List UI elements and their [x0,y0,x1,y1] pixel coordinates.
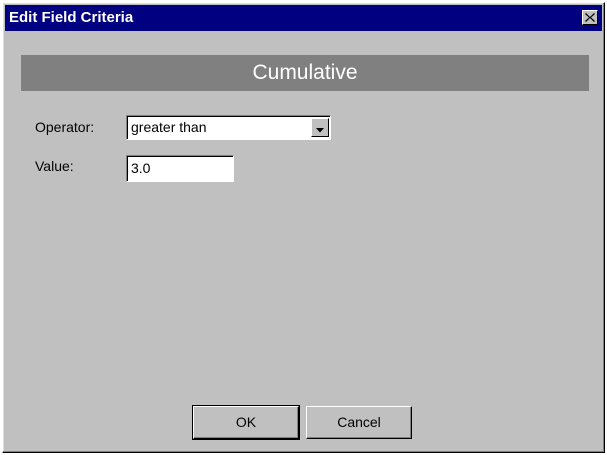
operator-label: Operator: [35,119,95,135]
edit-field-criteria-dialog: Edit Field Criteria Cumulative [2,2,605,453]
operator-selected-value: greater than [131,119,207,135]
cancel-button[interactable]: Cancel [306,406,412,439]
operator-select[interactable]: greater than [126,115,331,140]
chevron-down-icon [316,117,324,139]
close-icon [585,13,595,22]
titlebar: Edit Field Criteria [5,5,602,31]
value-label: Value: [35,158,74,174]
operator-dropdown-button[interactable] [311,118,329,137]
value-input[interactable]: 3.0 [126,155,234,182]
close-button[interactable] [582,10,598,25]
window-title: Edit Field Criteria [9,9,134,26]
ok-button[interactable]: OK [192,405,300,440]
section-banner: Cumulative [21,55,589,91]
